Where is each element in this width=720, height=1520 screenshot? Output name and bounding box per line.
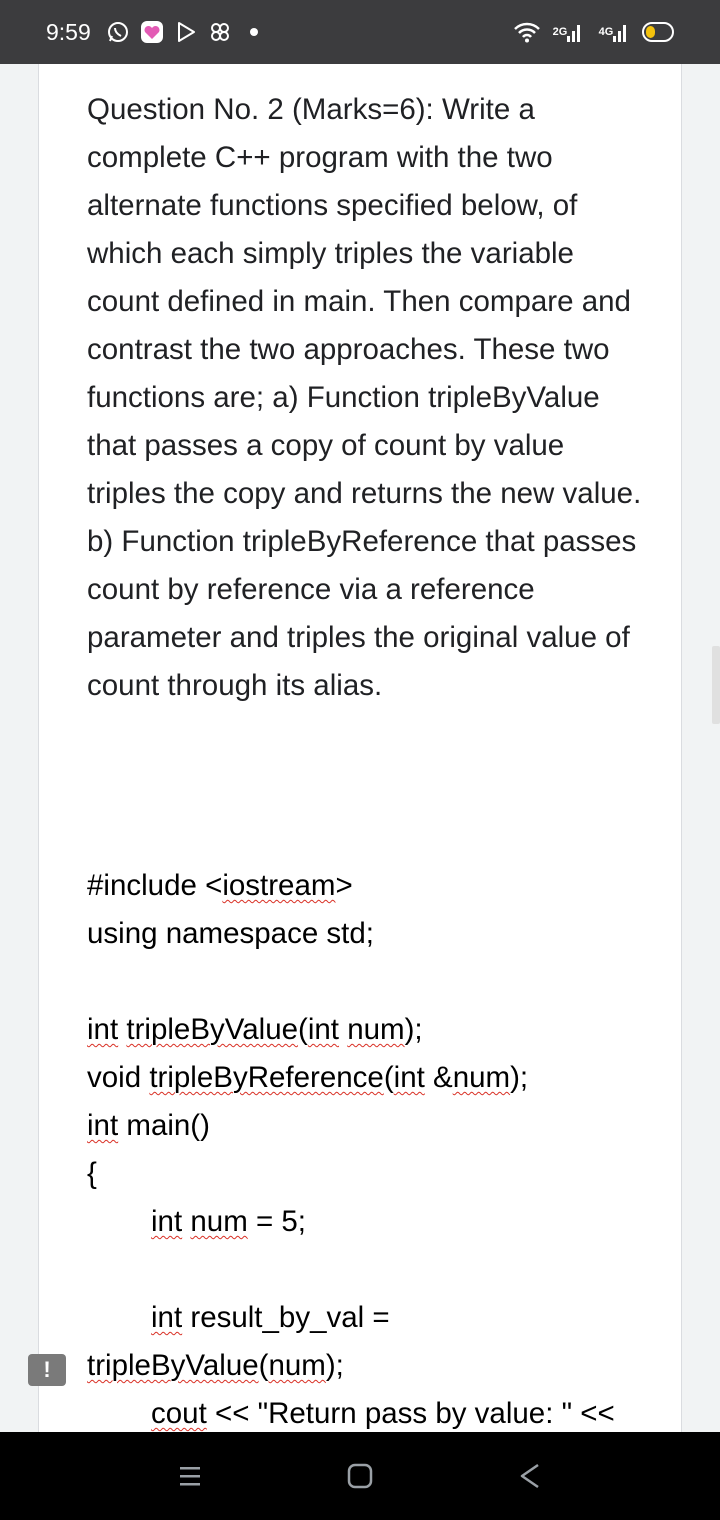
code-block: #include <iostream> using namespace std;… (87, 862, 667, 1438)
status-bar: 9:59 2G 4G (0, 0, 720, 64)
wifi-icon (514, 19, 540, 45)
share-app-icon (207, 19, 233, 45)
network-4g-label: 4G (598, 26, 614, 38)
whatsapp-icon (105, 19, 131, 45)
code-line-prototype-reference: void tripleByReference(int &num); (87, 1061, 529, 1094)
document-viewport[interactable]: Question No. 2 (Marks=6): Write a comple… (0, 64, 720, 1432)
code-line-cout: cout << "Return pass by value: " << (151, 1397, 615, 1430)
code-line-prototype-value: int tripleByValue(int num); (87, 1013, 423, 1046)
navigation-bar (0, 1432, 720, 1520)
clock: 9:59 (46, 18, 91, 45)
notification-dot-icon (241, 19, 267, 45)
question-text: Question No. 2 (Marks=6): Write a comple… (87, 93, 642, 702)
heart-app-icon (139, 19, 165, 45)
recent-apps-button[interactable] (166, 1452, 214, 1500)
network-2g-label: 2G (552, 26, 568, 38)
home-button[interactable] (336, 1452, 384, 1500)
signal-4g-icon: 4G (594, 19, 632, 45)
code-line-call-value: tripleByValue(num); (87, 1349, 344, 1382)
comment-indicator-icon[interactable]: ! (28, 1354, 66, 1386)
document-page[interactable]: Question No. 2 (Marks=6): Write a comple… (38, 64, 682, 1432)
scrollbar-handle[interactable] (712, 646, 720, 724)
code-line-open-brace: { (87, 1157, 97, 1190)
signal-2g-icon: 2G (550, 19, 584, 45)
battery-icon (642, 19, 676, 45)
code-line-num-decl: int num = 5; (151, 1205, 306, 1238)
play-store-icon (173, 19, 199, 45)
code-line-main: int main() (87, 1109, 210, 1142)
code-line-using: using namespace std; (87, 917, 374, 950)
back-button[interactable] (506, 1452, 554, 1500)
code-line-result-decl: int result_by_val = (151, 1301, 390, 1334)
code-line-include: #include <iostream> (87, 869, 353, 902)
